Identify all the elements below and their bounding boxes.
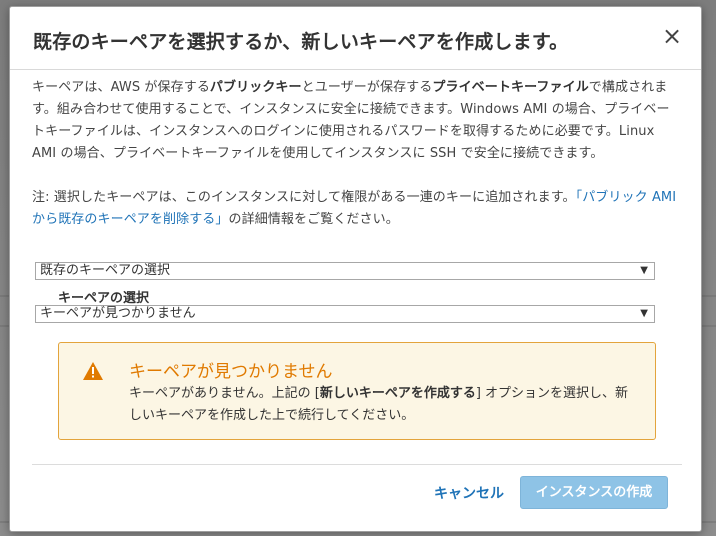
intro-bold-private-key: プライベートキーファイル	[432, 80, 589, 95]
dropdown-arrow-icon: ▼	[640, 265, 648, 276]
dropdown-arrow-icon: ▼	[640, 308, 648, 319]
keypair-mode-value: 既存のキーペアの選択	[40, 263, 171, 278]
alert-bold-create: 新しいキーペアを作成する	[319, 386, 476, 401]
cancel-button[interactable]: キャンセル	[434, 478, 504, 510]
dialog-title: 既存のキーペアを選択するか、新しいキーペアを作成します。	[33, 31, 569, 53]
warning-icon	[83, 362, 103, 380]
intro-bold-public-key: パブリックキー	[209, 80, 302, 95]
note-text-1: 注: 選択したキーペアは、このインスタンスに対して権限がある一連のキーに追加され…	[32, 190, 576, 205]
no-keypair-alert: キーペアが見つかりません キーペアがありません。上記の [新しいキーペアを作成す…	[58, 342, 656, 440]
dialog-body: キーペアは、AWS が保存するパブリックキーとユーザーが保存するプライベートキー…	[32, 77, 680, 231]
dialog-header: 既存のキーペアを選択するか、新しいキーペアを作成します。 ×	[10, 7, 701, 70]
intro-text: キーペアは、AWS が保存するパブリックキーとユーザーが保存するプライベートキー…	[32, 77, 680, 165]
intro-text-2: とユーザーが保存する	[301, 80, 433, 95]
keypair-dialog: 既存のキーペアを選択するか、新しいキーペアを作成します。 × キーペアは、AWS…	[9, 6, 702, 532]
keypair-select-value: キーペアが見つかりません	[40, 306, 196, 321]
launch-instance-button[interactable]: インスタンスの作成	[520, 476, 668, 509]
close-icon[interactable]: ×	[660, 24, 684, 48]
note-text: 注: 選択したキーペアは、このインスタンスに対して権限がある一連のキーに追加され…	[32, 187, 680, 231]
alert-message: キーペアがありません。上記の [新しいキーペアを作成する] オプションを選択し、…	[129, 383, 629, 427]
footer-divider	[32, 464, 682, 465]
intro-text-1: キーペアは、AWS が保存する	[32, 80, 210, 95]
alert-title: キーペアが見つかりません	[129, 362, 333, 382]
keypair-select-label: キーペアの選択	[58, 291, 150, 306]
keypair-select[interactable]: キーペアが見つかりません ▼	[35, 305, 655, 323]
keypair-mode-select[interactable]: 既存のキーペアの選択 ▼	[35, 262, 655, 280]
note-text-2: の詳細情報をご覧ください。	[228, 212, 399, 227]
alert-text-1: キーペアがありません。上記の [	[129, 386, 320, 401]
